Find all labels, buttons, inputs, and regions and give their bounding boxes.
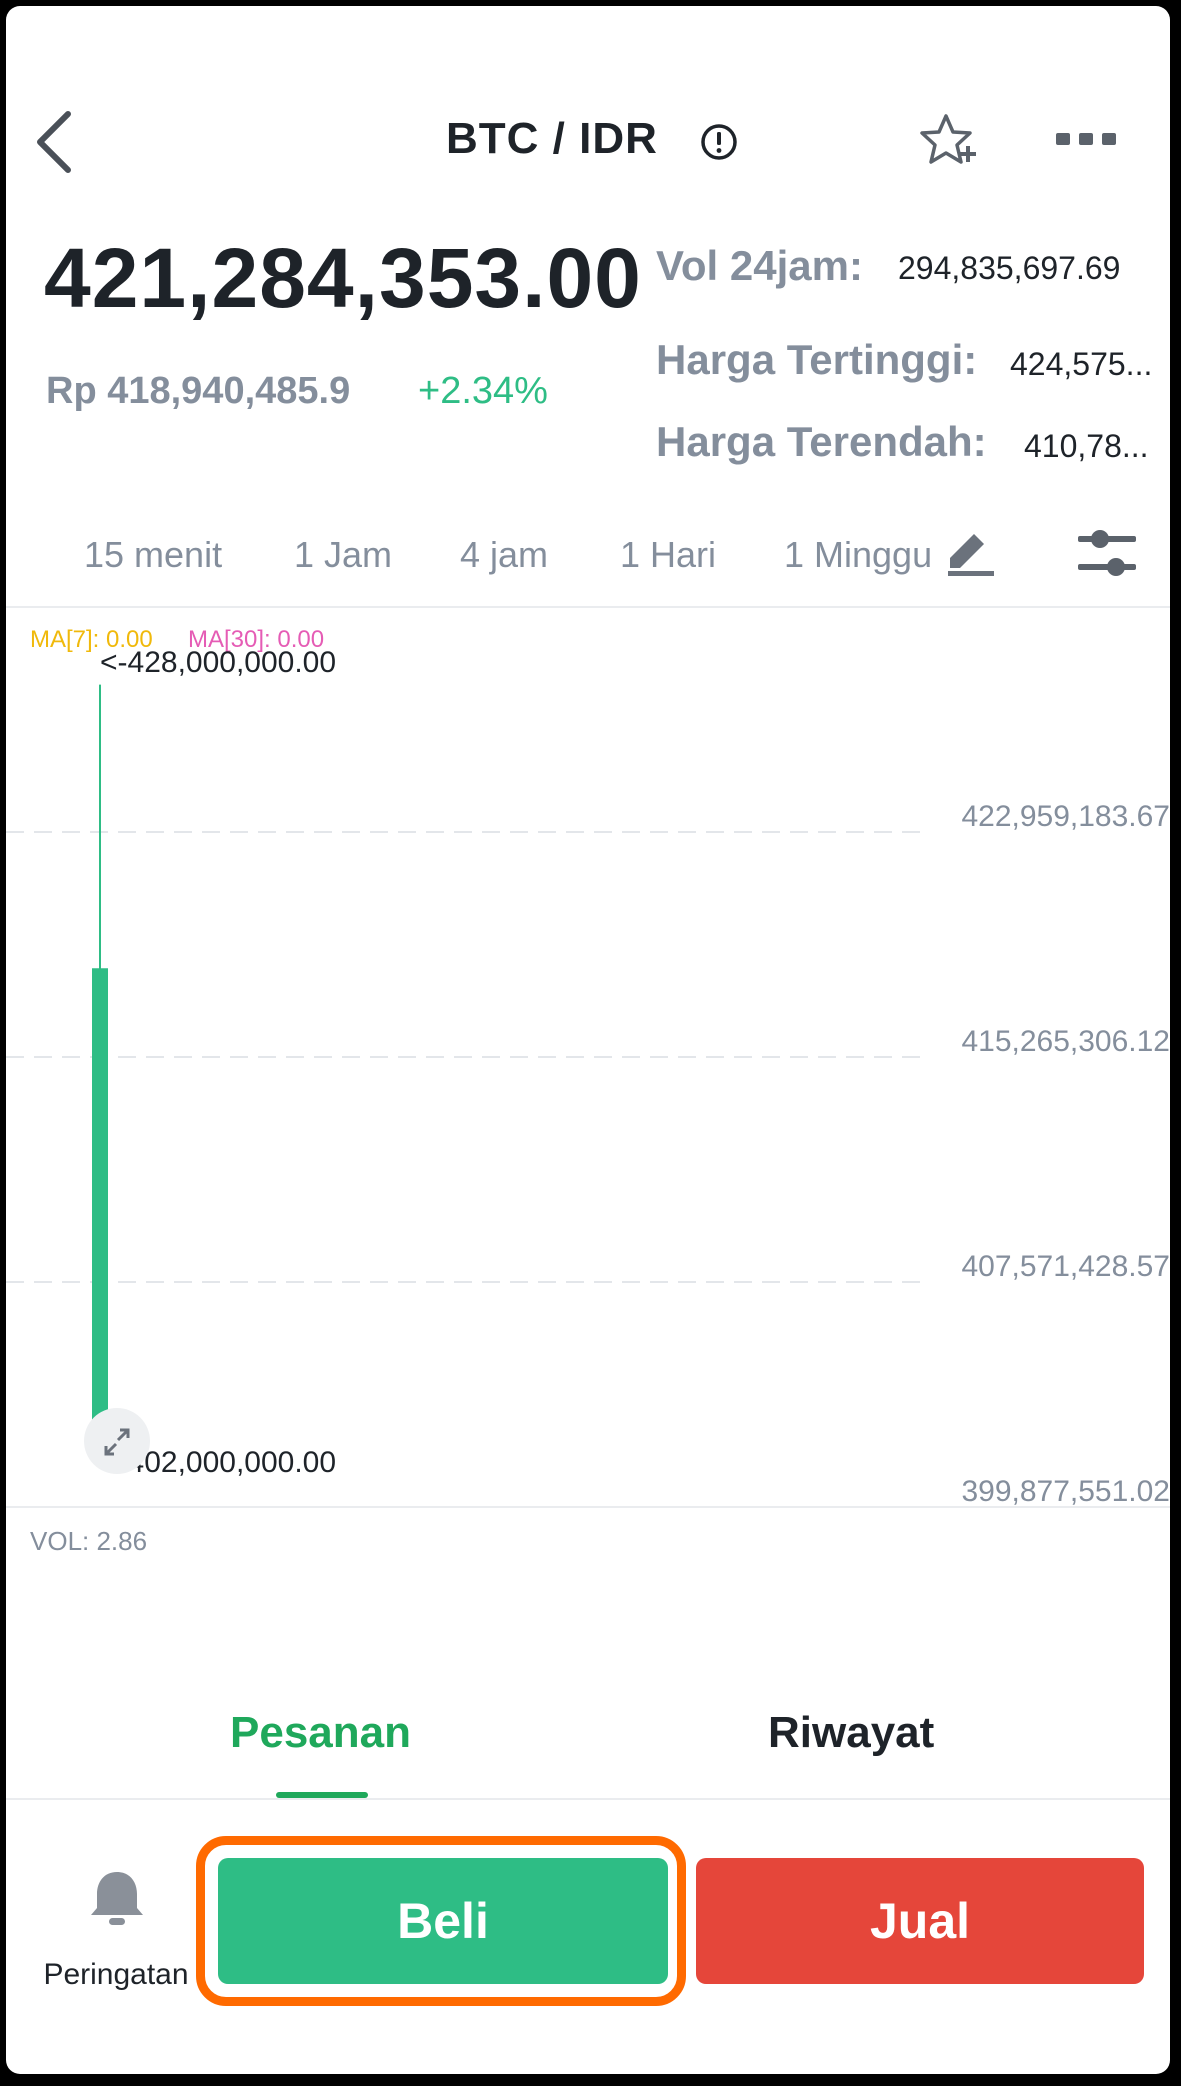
chart-settings-button[interactable] xyxy=(1074,526,1140,582)
vol-24h-value: 294,835,697.69 xyxy=(898,250,1121,286)
last-price: 421,284,353.00 xyxy=(44,231,642,325)
fiat-price: Rp 418,940,485.9 xyxy=(46,370,351,412)
pencil-icon xyxy=(948,534,994,576)
pair-title: BTC / IDR xyxy=(446,114,658,163)
chart-high-label: <-428,000,000.00 xyxy=(100,646,337,679)
price-alert-button[interactable]: Peringatan xyxy=(26,1862,206,1991)
interval-tab-1w[interactable]: 1 Minggu xyxy=(784,534,932,576)
bell-icon xyxy=(91,1872,143,1925)
low-price-value: 410,78... xyxy=(1024,428,1149,464)
y-axis-tick: 407,571,428.57 xyxy=(961,1250,1170,1283)
alert-label: Peringatan xyxy=(43,1958,189,1991)
interval-tab-15m[interactable]: 15 menit xyxy=(84,534,222,576)
high-price-value: 424,575... xyxy=(1010,346,1153,382)
tab-orders[interactable]: Pesanan xyxy=(230,1708,411,1758)
low-price-label: Harga Terendah: xyxy=(656,418,987,465)
chart-bottom-divider xyxy=(6,1506,1170,1508)
high-price-label: Harga Tertinggi: xyxy=(656,336,978,383)
price-change-percent: +2.34% xyxy=(418,370,548,412)
interval-tab-1h[interactable]: 1 Jam xyxy=(294,534,392,576)
draw-tool-button[interactable] xyxy=(942,528,998,578)
y-axis-tick: 399,877,551.02 xyxy=(961,1475,1170,1508)
vol-24h-label: Vol 24jam: xyxy=(656,242,863,289)
interval-tab-1d[interactable]: 1 Hari xyxy=(620,534,716,576)
volume-label: VOL: 2.86 xyxy=(30,1526,148,1556)
tab-history[interactable]: Riwayat xyxy=(768,1708,934,1758)
expand-arrows-icon xyxy=(104,1428,130,1456)
favorite-button[interactable] xyxy=(916,110,980,174)
y-axis-tick: 415,265,306.12 xyxy=(961,1025,1170,1058)
back-button[interactable] xyxy=(28,106,84,178)
star-plus-icon xyxy=(920,114,976,164)
fullscreen-button[interactable] xyxy=(84,1408,150,1474)
more-options-button[interactable] xyxy=(1054,124,1118,154)
order-tabs-divider xyxy=(6,1798,1170,1800)
interval-tab-4h[interactable]: 4 jam xyxy=(460,534,548,576)
candle-body xyxy=(92,968,108,1422)
sell-button[interactable]: Jual xyxy=(696,1858,1144,1984)
trading-screen: BTC / IDR 421,284,353.00 Rp 418,940,485.… xyxy=(6,6,1170,2074)
buy-button[interactable]: Beli xyxy=(218,1858,668,1984)
sliders-icon xyxy=(1078,530,1136,576)
y-axis-tick: 422,959,183.67 xyxy=(961,800,1170,833)
more-dots-icon xyxy=(1056,133,1116,145)
chevron-left-icon xyxy=(37,111,71,173)
info-circle-icon[interactable] xyxy=(699,122,739,162)
